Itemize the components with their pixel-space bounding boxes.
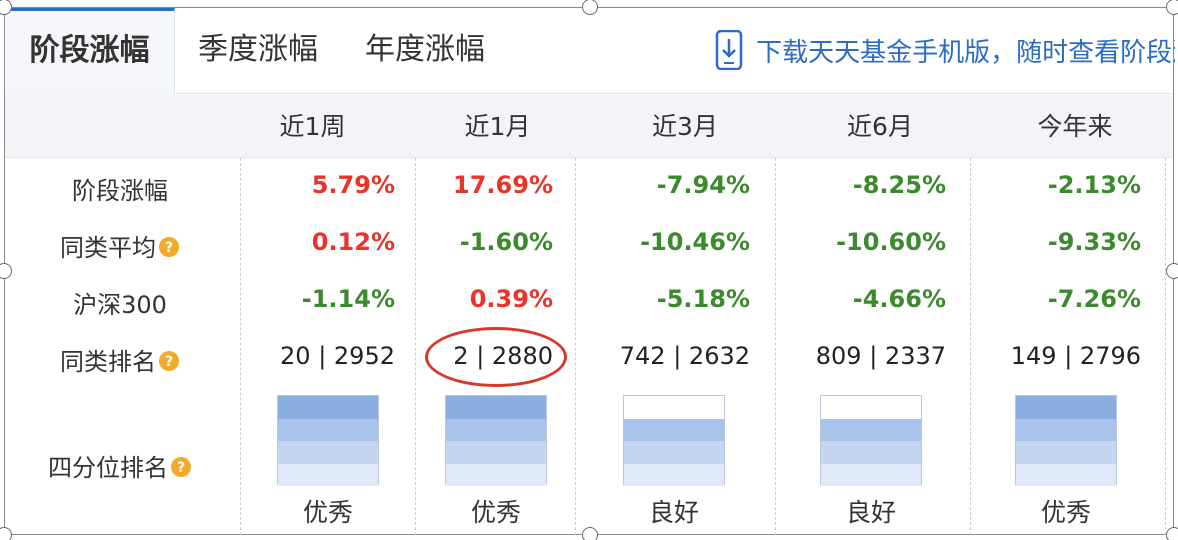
quartile-segment xyxy=(278,418,378,441)
quartile-segment xyxy=(1016,463,1116,486)
category-rank-3m: 742 | 2632 xyxy=(619,342,750,370)
svg-text:?: ? xyxy=(165,240,173,256)
quartile-segment xyxy=(624,418,724,441)
highlight-ellipse xyxy=(425,327,567,387)
quartile-segment xyxy=(446,418,546,441)
quartile-segment xyxy=(821,418,921,441)
quartile-label-1w: 优秀 xyxy=(302,498,353,527)
hs300-ytd: -7.26% xyxy=(1047,285,1141,313)
resize-handle-bottom-right[interactable] xyxy=(1166,527,1178,540)
resize-handle-top-right[interactable] xyxy=(1166,0,1178,15)
category-rank-1w: 20 | 2952 xyxy=(280,342,395,370)
column-header-1w: 近1周 xyxy=(279,112,346,141)
quartile-segment xyxy=(1016,418,1116,441)
row-label-category-avg: 同类平均? xyxy=(5,228,235,263)
quartile-bar-3m xyxy=(623,395,725,486)
resize-handle-bottom-left[interactable] xyxy=(0,527,12,540)
category-rank-ytd: 149 | 2796 xyxy=(1010,342,1141,370)
stage-return-1w: 5.79% xyxy=(311,171,395,199)
quartile-bar-1w xyxy=(277,395,379,486)
stage-return-1m: 17.69% xyxy=(453,171,553,199)
column-divider xyxy=(240,158,241,535)
quartile-segment xyxy=(821,441,921,464)
table-header-row: 近1周 近1月 近3月 近6月 今年来 xyxy=(5,95,1173,158)
phone-icon xyxy=(715,30,743,70)
quartile-label-1m: 优秀 xyxy=(470,498,521,527)
category-avg-1w: 0.12% xyxy=(311,228,395,256)
tab-stage-return[interactable]: 阶段涨幅 xyxy=(5,8,175,95)
column-header-6m: 近6月 xyxy=(847,112,913,141)
column-divider xyxy=(970,158,971,535)
column-header-1m: 近1月 xyxy=(464,112,531,141)
quartile-segment xyxy=(446,441,546,464)
hs300-3m: -5.18% xyxy=(656,285,750,313)
quartile-segment xyxy=(1016,396,1116,419)
quartile-segment xyxy=(821,463,921,486)
column-header-ytd: 今年来 xyxy=(1037,112,1113,141)
resize-handle-middle-right[interactable] xyxy=(1166,263,1178,279)
category-rank-6m: 809 | 2337 xyxy=(815,342,946,370)
question-icon[interactable]: ? xyxy=(158,236,180,258)
download-app-text: 下载天天基金手机版，随时查看阶段涨 xyxy=(756,37,1175,68)
svg-text:?: ? xyxy=(165,354,173,370)
category-avg-6m: -10.60% xyxy=(836,228,946,256)
row-label-category-rank-text: 同类排名 xyxy=(60,348,156,376)
row-label-category-rank: 同类排名? xyxy=(5,342,235,377)
row-label-hs300: 沪深300 xyxy=(73,291,167,319)
quartile-segment xyxy=(278,463,378,486)
row-label-stage-return: 阶段涨幅 xyxy=(72,177,168,205)
stage-return-6m: -8.25% xyxy=(852,171,946,199)
quartile-segment xyxy=(446,396,546,419)
column-divider xyxy=(415,158,416,535)
hs300-1m: 0.39% xyxy=(469,285,553,313)
stage-return-3m: -7.94% xyxy=(656,171,750,199)
quartile-label-ytd: 优秀 xyxy=(1040,498,1091,527)
column-divider xyxy=(1165,158,1166,535)
row-label-quartile: 四分位排名? xyxy=(5,448,235,483)
category-avg-3m: -10.46% xyxy=(640,228,750,256)
quartile-segment xyxy=(624,441,724,464)
quartile-label-6m: 良好 xyxy=(845,498,896,527)
quartile-bar-6m xyxy=(820,395,922,486)
quartile-segment xyxy=(278,441,378,464)
stage-return-ytd: -2.13% xyxy=(1047,171,1141,199)
column-header-3m: 近3月 xyxy=(652,112,718,141)
category-avg-ytd: -9.33% xyxy=(1047,228,1141,256)
quartile-segment xyxy=(278,396,378,419)
tab-quarterly-return[interactable]: 季度涨幅 xyxy=(198,8,318,94)
quartile-segment xyxy=(446,463,546,486)
stage-return-table: 近1周 近1月 近3月 近6月 今年来 阶段涨幅 同类平均? 沪深300 同类排… xyxy=(5,95,1173,535)
column-divider xyxy=(775,158,776,535)
quartile-bar-ytd xyxy=(1015,395,1117,486)
tab-bar: 阶段涨幅 季度涨幅 年度涨幅 下载天天基金手机版，随时查看阶段涨 xyxy=(5,8,1175,95)
quartile-segment xyxy=(624,463,724,486)
question-icon[interactable]: ? xyxy=(158,350,180,372)
row-label-category-avg-text: 同类平均 xyxy=(60,234,156,262)
category-avg-1m: -1.60% xyxy=(459,228,553,256)
download-app-link[interactable]: 下载天天基金手机版，随时查看阶段涨 xyxy=(715,30,1175,74)
tab-yearly-return[interactable]: 年度涨幅 xyxy=(365,8,485,94)
hs300-1w: -1.14% xyxy=(301,285,395,313)
question-icon[interactable]: ? xyxy=(170,456,192,478)
hs300-6m: -4.66% xyxy=(852,285,946,313)
svg-text:?: ? xyxy=(177,460,185,476)
quartile-segment xyxy=(1016,441,1116,464)
quartile-bar-1m xyxy=(445,395,547,486)
row-label-quartile-text: 四分位排名 xyxy=(48,454,168,482)
resize-handle-bottom-center[interactable] xyxy=(582,527,598,540)
quartile-label-3m: 良好 xyxy=(648,498,699,527)
column-divider xyxy=(575,158,576,535)
